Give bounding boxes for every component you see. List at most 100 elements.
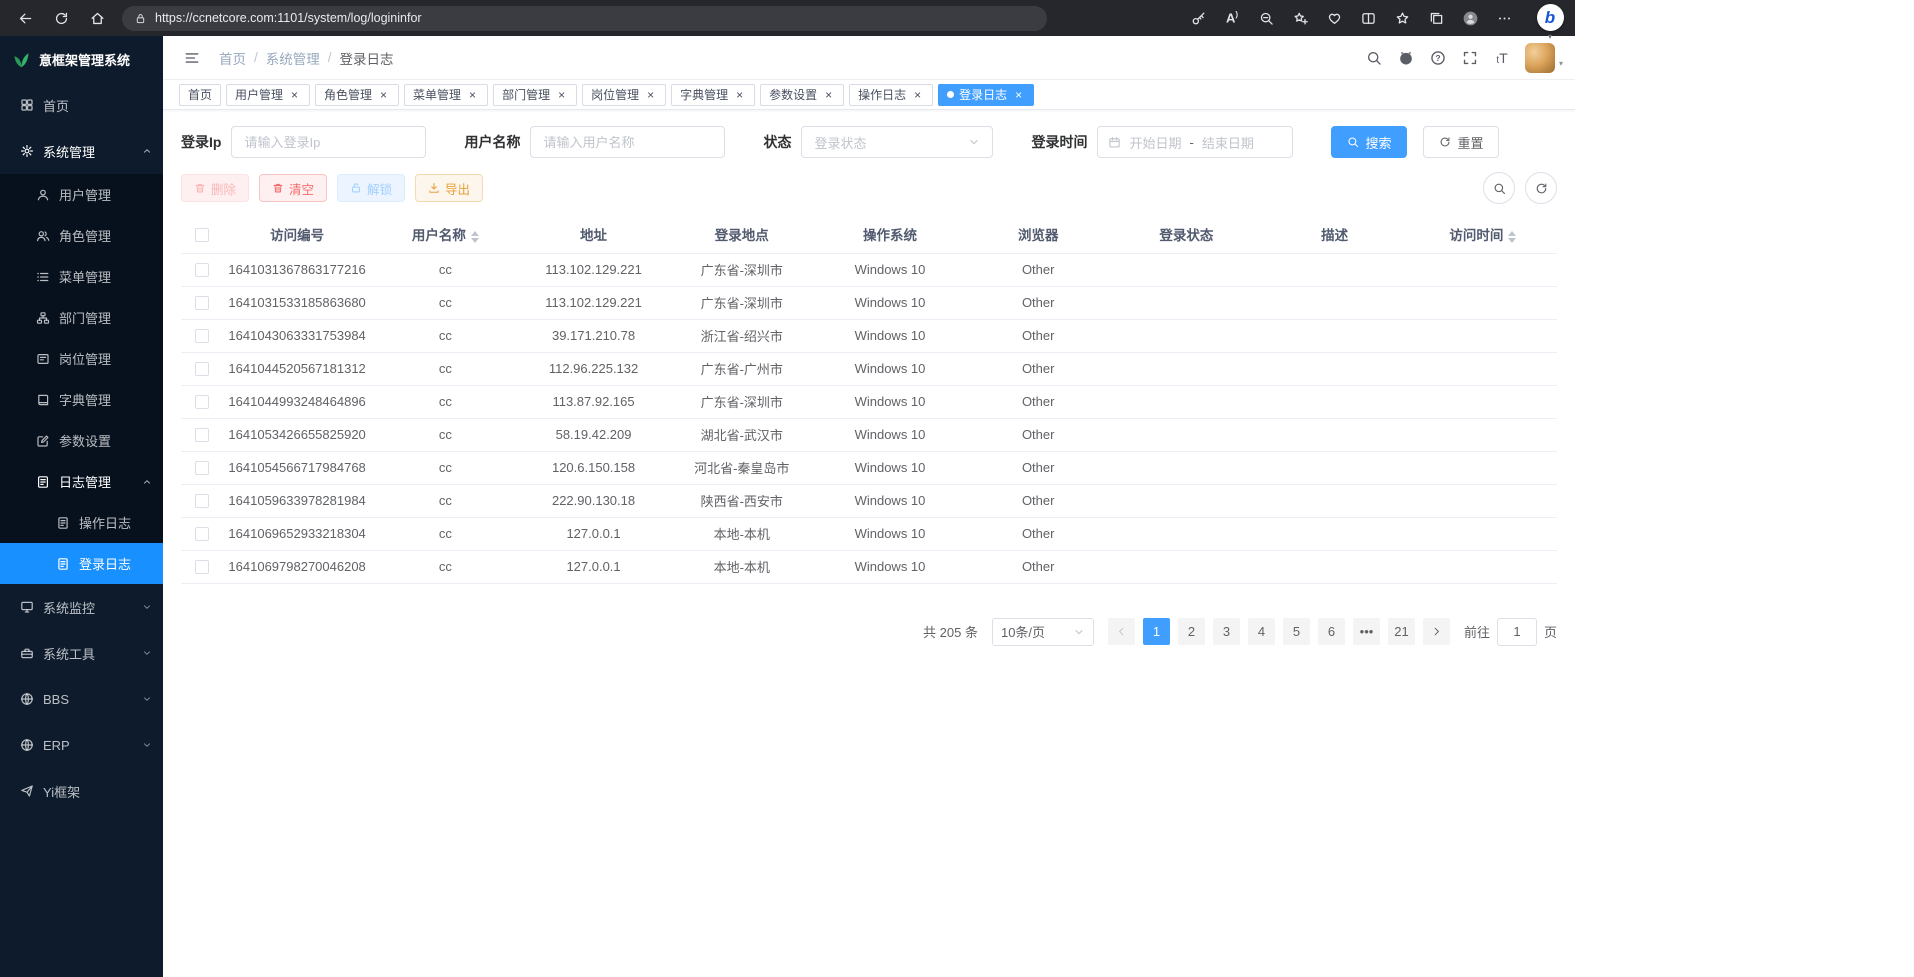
sidebar-item-3[interactable]: 角色管理 [0,215,163,256]
table-row[interactable]: 1641044520567181312cc112.96.225.132广东省-广… [181,352,1557,385]
row-checkbox[interactable] [195,494,209,508]
close-icon[interactable]: × [911,88,924,101]
tab-9[interactable]: 登录日志× [938,84,1034,106]
row-checkbox[interactable] [195,527,209,541]
tab-5[interactable]: 岗位管理× [582,84,666,106]
sort-caret-icon[interactable] [1508,231,1516,243]
more-pages-button[interactable]: ••• [1353,618,1380,645]
sidebar-item-16[interactable]: Yi框架 [0,768,163,814]
column-header-8[interactable]: 访问时间 [1409,216,1557,253]
page-button-4[interactable]: 4 [1248,618,1275,645]
status-select[interactable]: 登录状态 [801,126,993,158]
prev-page-button[interactable] [1108,618,1135,645]
sidebar-item-0[interactable]: 首页 [0,82,163,128]
tab-4[interactable]: 部门管理× [493,84,577,106]
table-row[interactable]: 1641069652933218304cc127.0.0.1本地-本机Windo… [181,517,1557,550]
table-row[interactable]: 1641043063331753984cc39.171.210.78浙江省-绍兴… [181,319,1557,352]
table-row[interactable]: 1641031533185863680cc113.102.129.221广东省-… [181,286,1557,319]
close-icon[interactable]: × [644,88,657,101]
select-all-checkbox[interactable] [195,228,209,242]
bing-icon[interactable]: b [1537,4,1564,31]
help-button[interactable]: ? [1423,43,1453,73]
row-checkbox[interactable] [195,329,209,343]
sidebar-item-4[interactable]: 菜单管理 [0,256,163,297]
collections-button[interactable] [1421,4,1451,32]
sidebar-item-2[interactable]: 用户管理 [0,174,163,215]
table-row[interactable]: 1641069798270046208cc127.0.0.1本地-本机Windo… [181,550,1557,583]
tab-1[interactable]: 用户管理× [226,84,310,106]
sort-caret-icon[interactable] [471,231,479,243]
row-checkbox[interactable] [195,428,209,442]
close-icon[interactable]: × [1012,88,1025,101]
sidebar-item-14[interactable]: BBS [0,676,163,722]
export-button[interactable]: 导出 [415,174,483,202]
tab-0[interactable]: 首页 [179,84,221,106]
breadcrumb-home[interactable]: 首页 [219,48,246,68]
home-button[interactable] [82,4,112,32]
sidebar-item-7[interactable]: 字典管理 [0,379,163,420]
date-range-picker[interactable]: 开始日期 - 结束日期 [1097,126,1293,158]
table-row[interactable]: 1641053426655825920cc58.19.42.209湖北省-武汉市… [181,418,1557,451]
page-button-5[interactable]: 5 [1283,618,1310,645]
table-row[interactable]: 1641054566717984768cc120.6.150.158河北省-秦皇… [181,451,1557,484]
sidebar-item-13[interactable]: 系统工具 [0,630,163,676]
read-aloud-button[interactable]: A) [1217,4,1247,32]
close-icon[interactable]: × [822,88,835,101]
sidebar-item-11[interactable]: 登录日志 [0,543,163,584]
page-button-3[interactable]: 3 [1213,618,1240,645]
github-button[interactable] [1391,43,1421,73]
tab-8[interactable]: 操作日志× [849,84,933,106]
sidebar-item-15[interactable]: ERP [0,722,163,768]
close-icon[interactable]: × [555,88,568,101]
delete-button[interactable]: 删除 [181,174,249,202]
breadcrumb-system[interactable]: 系统管理 [266,48,320,68]
next-page-button[interactable] [1423,618,1450,645]
sidebar-item-8[interactable]: 参数设置 [0,420,163,461]
refresh-button[interactable] [46,4,76,32]
zoom-out-button[interactable] [1251,4,1281,32]
page-button-6[interactable]: 6 [1318,618,1345,645]
row-checkbox[interactable] [195,263,209,277]
close-icon[interactable]: × [733,88,746,101]
row-checkbox[interactable] [195,362,209,376]
reset-button[interactable]: 重置 [1423,126,1499,158]
fullscreen-button[interactable] [1455,43,1485,73]
font-size-button[interactable]: tT [1487,43,1517,73]
row-checkbox[interactable] [195,461,209,475]
table-row[interactable]: 1641044993248464896cc113.87.92.165广东省-深圳… [181,385,1557,418]
column-header-1[interactable]: 用户名称 [371,216,519,253]
search-button[interactable]: 搜索 [1331,126,1407,158]
toggle-search-button[interactable] [1483,172,1515,204]
more-button[interactable] [1489,4,1519,32]
page-button-2[interactable]: 2 [1178,618,1205,645]
page-size-select[interactable]: 10条/页 [992,618,1094,646]
page-button-last[interactable]: 21 [1388,618,1415,645]
sidebar-item-10[interactable]: 操作日志 [0,502,163,543]
page-button-1[interactable]: 1 [1143,618,1170,645]
close-icon[interactable]: × [466,88,479,101]
table-row[interactable]: 1641059633978281984cc222.90.130.18陕西省-西安… [181,484,1557,517]
tab-6[interactable]: 字典管理× [671,84,755,106]
tab-3[interactable]: 菜单管理× [404,84,488,106]
row-checkbox[interactable] [195,395,209,409]
back-button[interactable] [10,4,40,32]
refresh-table-button[interactable] [1525,172,1557,204]
tab-7[interactable]: 参数设置× [760,84,844,106]
hamburger-button[interactable] [177,43,207,73]
sidebar-item-6[interactable]: 岗位管理 [0,338,163,379]
goto-page-input[interactable] [1497,618,1537,646]
tab-2[interactable]: 角色管理× [315,84,399,106]
close-icon[interactable]: × [288,88,301,101]
clear-button[interactable]: 清空 [259,174,327,202]
table-row[interactable]: 1641031367863177216cc113.102.129.221广东省-… [181,253,1557,286]
profile-avatar-button[interactable] [1455,4,1485,32]
sidebar-item-5[interactable]: 部门管理 [0,297,163,338]
search-button[interactable] [1359,43,1389,73]
favorites-bar-button[interactable] [1387,4,1417,32]
sidebar-item-9[interactable]: 日志管理 [0,461,163,502]
ip-input[interactable] [231,126,426,158]
user-name-input[interactable] [530,126,725,158]
row-checkbox[interactable] [195,560,209,574]
key-button[interactable] [1183,4,1213,32]
row-checkbox[interactable] [195,296,209,310]
